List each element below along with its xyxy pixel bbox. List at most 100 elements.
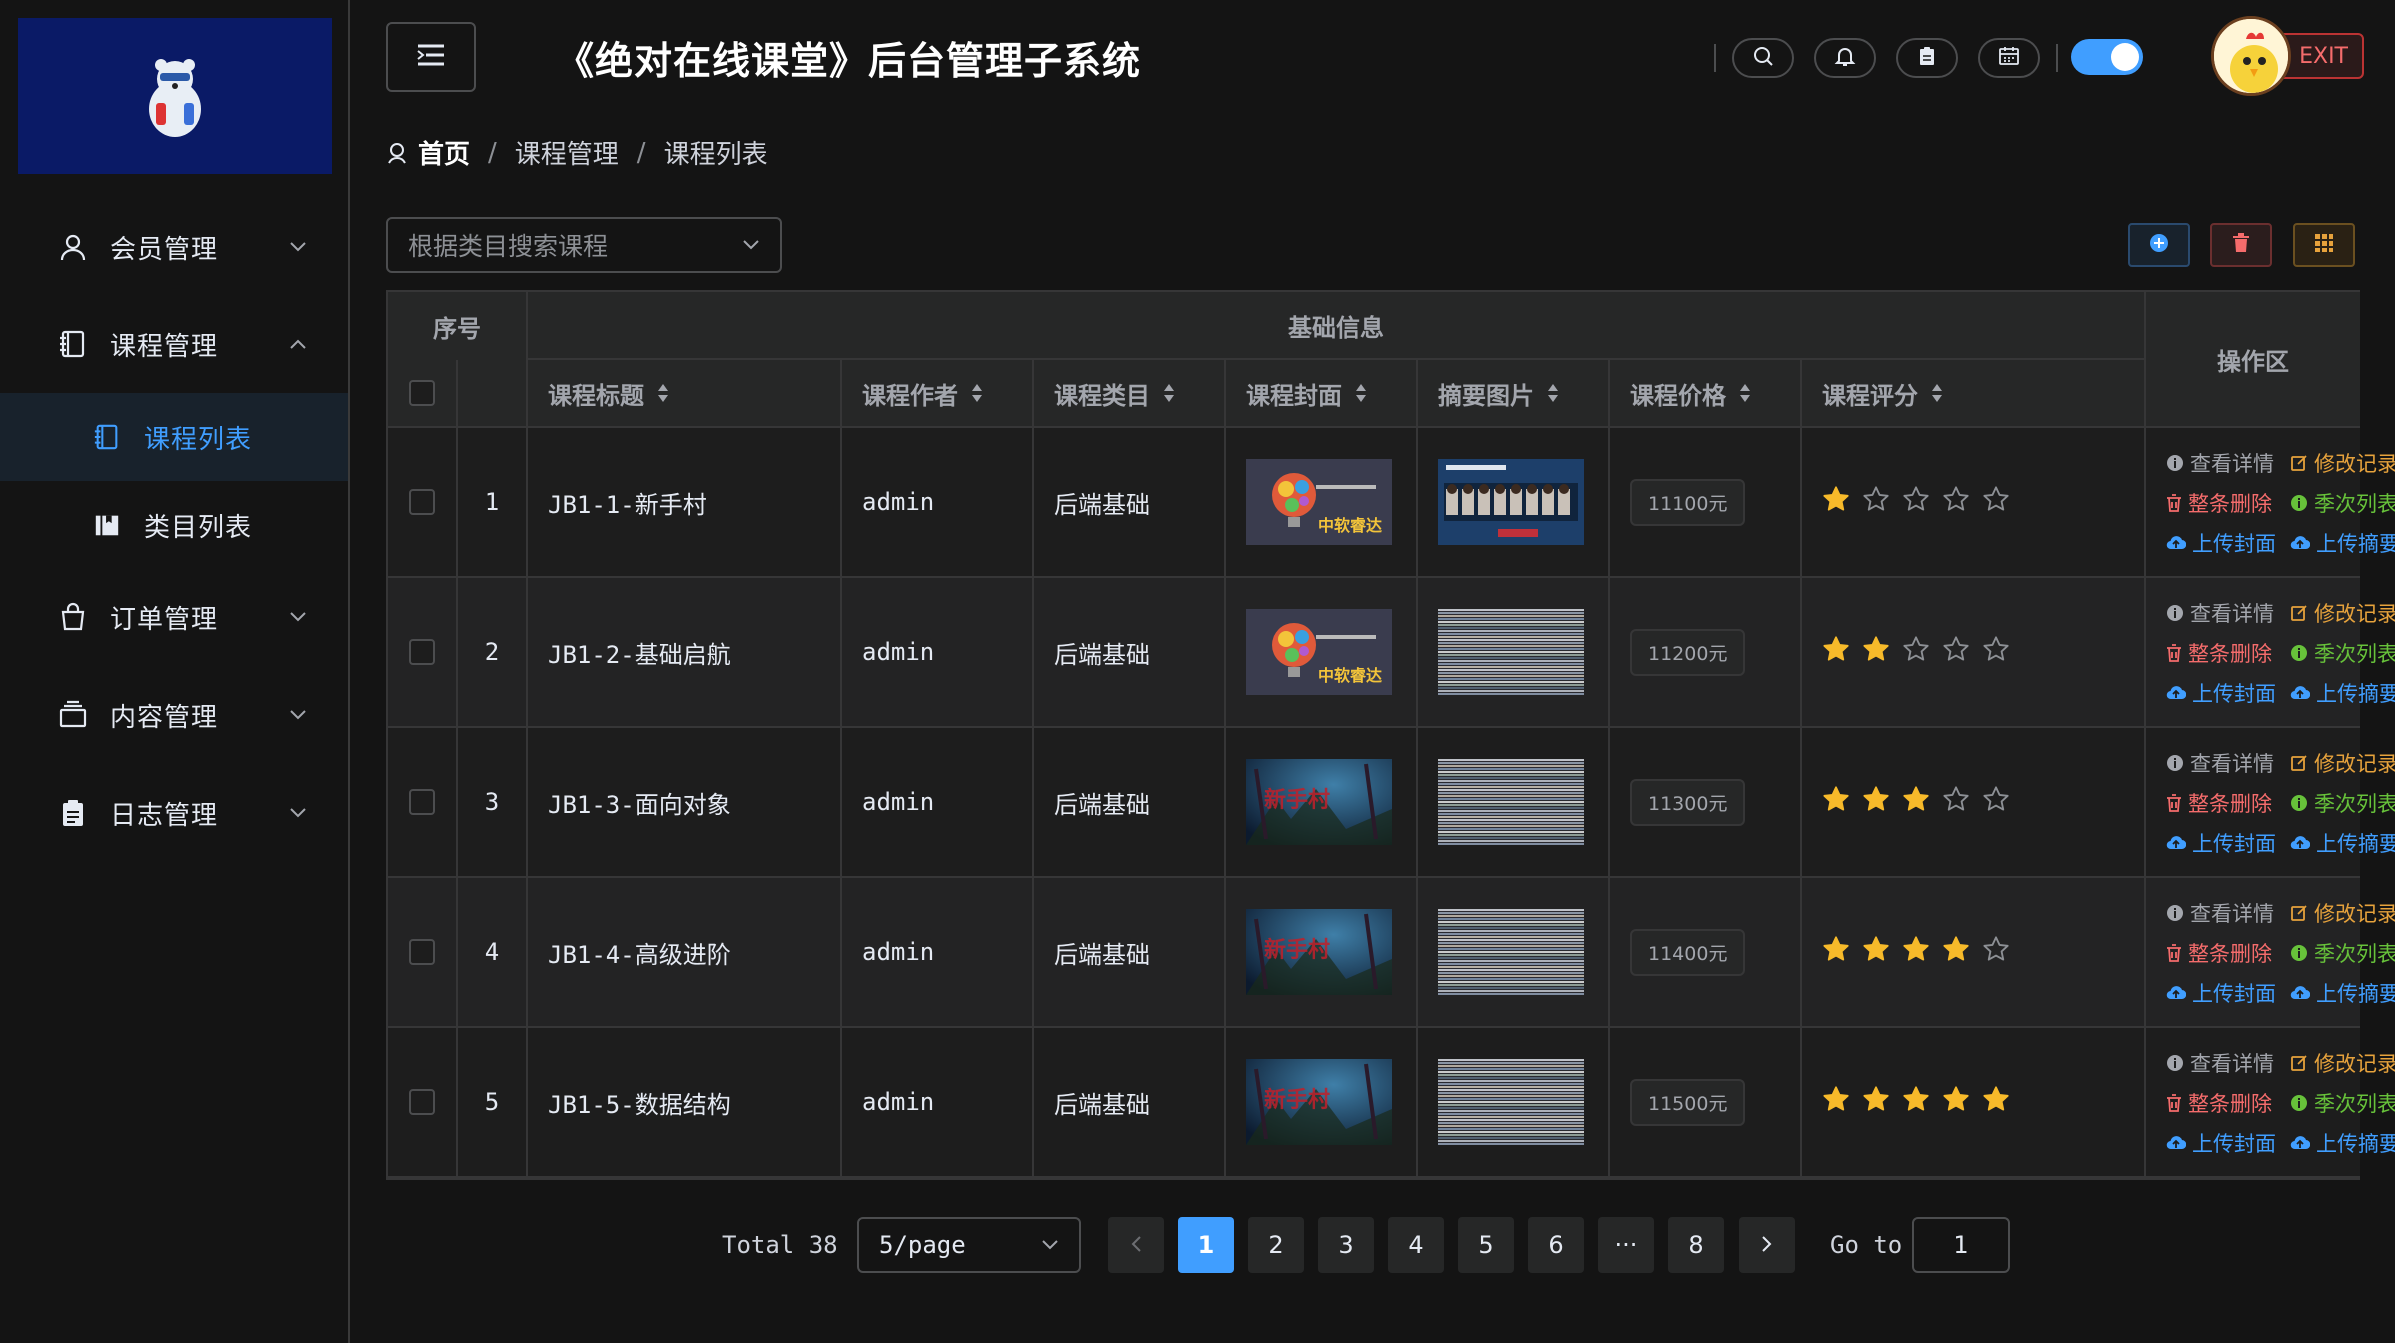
edit-record-link[interactable]: 修改记录 [2290, 898, 2395, 928]
column-header-price[interactable]: 课程价格 [1610, 360, 1802, 428]
star-icon[interactable] [1942, 785, 1970, 819]
star-icon[interactable] [1982, 785, 2010, 819]
sidebar-subitem-course-list[interactable]: 课程列表 [0, 393, 348, 481]
course-cover-image[interactable]: 新手村 [1246, 1059, 1392, 1145]
star-icon[interactable] [1902, 785, 1930, 819]
column-header-category[interactable]: 课程类目 [1034, 360, 1226, 428]
column-header-summary[interactable]: 摘要图片 [1418, 360, 1610, 428]
add-button[interactable] [2128, 223, 2190, 267]
summary-image[interactable] [1438, 759, 1584, 845]
view-details-link[interactable]: 查看详情 [2166, 898, 2274, 928]
edit-record-link[interactable]: 修改记录 [2290, 448, 2395, 478]
delete-record-link[interactable]: 整条删除 [2166, 938, 2272, 968]
row-checkbox[interactable] [409, 789, 435, 815]
theme-toggle-switch[interactable] [2071, 39, 2143, 75]
star-icon[interactable] [1822, 785, 1850, 819]
row-checkbox[interactable] [409, 639, 435, 665]
star-icon[interactable] [1982, 485, 2010, 519]
star-icon[interactable] [1862, 785, 1890, 819]
page-size-select[interactable]: 5/page [857, 1217, 1081, 1273]
sort-caret-icon[interactable] [1738, 382, 1752, 404]
upload-cover-link[interactable]: 上传封面 [2166, 528, 2276, 558]
star-icon[interactable] [1982, 935, 2010, 969]
course-cover-image[interactable]: 中软睿达 [1246, 609, 1392, 695]
edit-record-link[interactable]: 修改记录 [2290, 598, 2395, 628]
row-checkbox[interactable] [409, 1089, 435, 1115]
column-header-title[interactable]: 课程标题 [528, 360, 842, 428]
course-cover-image[interactable]: 中软睿达 [1246, 459, 1392, 545]
star-icon[interactable] [1862, 1085, 1890, 1119]
sidebar-item-content[interactable]: 内容管理 [0, 670, 348, 760]
upload-summary-link[interactable]: 上传摘要 [2290, 1128, 2395, 1158]
column-header-author[interactable]: 课程作者 [842, 360, 1034, 428]
sort-caret-icon[interactable] [970, 382, 984, 404]
star-icon[interactable] [1902, 935, 1930, 969]
page-number-button[interactable]: 1 [1178, 1217, 1234, 1273]
category-search-select[interactable]: 根据类目搜索课程 [386, 217, 782, 273]
prev-page-button[interactable] [1108, 1217, 1164, 1273]
upload-cover-link[interactable]: 上传封面 [2166, 1128, 2276, 1158]
star-icon[interactable] [1942, 935, 1970, 969]
page-number-button[interactable]: 6 [1528, 1217, 1584, 1273]
star-icon[interactable] [1902, 635, 1930, 669]
column-header-cover[interactable]: 课程封面 [1226, 360, 1418, 428]
page-ellipsis-button[interactable]: ··· [1598, 1217, 1654, 1273]
upload-cover-link[interactable]: 上传封面 [2166, 978, 2276, 1008]
search-button[interactable] [1732, 38, 1794, 78]
season-list-link[interactable]: 季次列表 [2290, 1088, 2395, 1118]
batch-delete-button[interactable] [2210, 223, 2272, 267]
goto-page-input[interactable]: 1 [1912, 1217, 2010, 1273]
notification-button[interactable] [1814, 38, 1876, 78]
season-list-link[interactable]: 季次列表 [2290, 638, 2395, 668]
view-details-link[interactable]: 查看详情 [2166, 1048, 2274, 1078]
delete-record-link[interactable]: 整条删除 [2166, 788, 2272, 818]
star-icon[interactable] [1942, 635, 1970, 669]
course-cover-image[interactable]: 新手村 [1246, 759, 1392, 845]
page-number-button[interactable]: 3 [1318, 1217, 1374, 1273]
view-details-link[interactable]: 查看详情 [2166, 448, 2274, 478]
season-list-link[interactable]: 季次列表 [2290, 938, 2395, 968]
delete-record-link[interactable]: 整条删除 [2166, 1088, 2272, 1118]
page-number-button[interactable]: 4 [1388, 1217, 1444, 1273]
star-icon[interactable] [1822, 1085, 1850, 1119]
sort-caret-icon[interactable] [1546, 382, 1560, 404]
page-number-button[interactable]: 5 [1458, 1217, 1514, 1273]
sort-caret-icon[interactable] [656, 382, 670, 404]
avatar[interactable] [2211, 16, 2291, 96]
breadcrumb-item[interactable]: 课程管理 [515, 134, 619, 171]
view-details-link[interactable]: 查看详情 [2166, 748, 2274, 778]
sidebar-subitem-category-list[interactable]: 类目列表 [0, 481, 348, 569]
summary-image[interactable] [1438, 909, 1584, 995]
menu-toggle-button[interactable] [386, 22, 476, 92]
upload-summary-link[interactable]: 上传摘要 [2290, 978, 2395, 1008]
edit-record-link[interactable]: 修改记录 [2290, 748, 2395, 778]
upload-summary-link[interactable]: 上传摘要 [2290, 528, 2395, 558]
star-icon[interactable] [1822, 635, 1850, 669]
upload-summary-link[interactable]: 上传摘要 [2290, 678, 2395, 708]
select-all-checkbox[interactable] [409, 380, 435, 406]
star-icon[interactable] [1982, 635, 2010, 669]
breadcrumb-home[interactable]: 首页 [418, 134, 470, 171]
star-icon[interactable] [1862, 485, 1890, 519]
column-header-rating[interactable]: 课程评分 [1802, 360, 2146, 428]
delete-record-link[interactable]: 整条删除 [2166, 488, 2272, 518]
star-icon[interactable] [1822, 485, 1850, 519]
edit-record-link[interactable]: 修改记录 [2290, 1048, 2395, 1078]
logo[interactable] [18, 18, 332, 174]
page-number-button[interactable]: 8 [1668, 1217, 1724, 1273]
grid-view-button[interactable] [2293, 223, 2355, 267]
sidebar-item-courses[interactable]: 课程管理 [0, 299, 348, 389]
upload-cover-link[interactable]: 上传封面 [2166, 828, 2276, 858]
view-details-link[interactable]: 查看详情 [2166, 598, 2274, 628]
tasks-button[interactable] [1896, 38, 1958, 78]
sort-caret-icon[interactable] [1930, 382, 1944, 404]
star-icon[interactable] [1982, 1085, 2010, 1119]
sort-caret-icon[interactable] [1162, 382, 1176, 404]
star-icon[interactable] [1902, 485, 1930, 519]
course-cover-image[interactable]: 新手村 [1246, 909, 1392, 995]
star-icon[interactable] [1942, 1085, 1970, 1119]
sidebar-item-orders[interactable]: 订单管理 [0, 572, 348, 662]
row-checkbox[interactable] [409, 939, 435, 965]
summary-image[interactable] [1438, 1059, 1584, 1145]
season-list-link[interactable]: 季次列表 [2290, 488, 2395, 518]
